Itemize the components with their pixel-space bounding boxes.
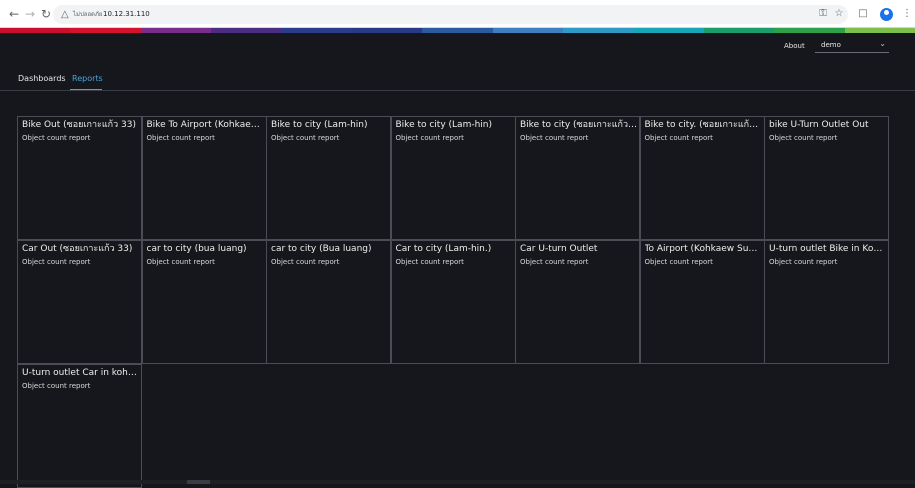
star-icon[interactable]: ☆ xyxy=(832,7,846,21)
report-card[interactable]: car to city (bua luang) Object count repo… xyxy=(141,240,267,364)
report-title: U-turn outlet Car in kohk... xyxy=(22,368,140,378)
report-card[interactable]: U-turn outlet Bike in Kohk... Object coun… xyxy=(764,240,889,364)
report-card[interactable]: Car Out (ซอยเกาะแก้ว 33) Object count rep… xyxy=(17,240,142,364)
header-divider xyxy=(0,90,915,91)
extensions-icon[interactable]: □ xyxy=(856,7,870,21)
report-card[interactable]: Car to city (Lam-hin.) Object count repor… xyxy=(390,240,516,364)
report-card[interactable]: Bike to city. (ซอยเกาะแก้ว 33) Object cou… xyxy=(639,116,765,240)
report-card[interactable]: Bike Out (ซอยเกาะแก้ว 33) Object count re… xyxy=(17,116,142,240)
address-bar[interactable]: △ ไม่ปลอดภัย 10.12.31.110 xyxy=(53,5,848,24)
report-subtitle: Object count report xyxy=(769,134,838,142)
report-subtitle: Object count report xyxy=(395,134,464,142)
report-subtitle: Object count report xyxy=(22,382,91,390)
report-subtitle: Object count report xyxy=(644,258,713,266)
app-header: About demo ⌄ Dashboards Reports xyxy=(0,33,915,90)
report-subtitle: Object count report xyxy=(271,134,340,142)
report-card[interactable]: Bike to city (Lam-hin) Object count repor… xyxy=(390,116,516,240)
report-subtitle: Object count report xyxy=(520,134,589,142)
report-subtitle: Object count report xyxy=(22,258,91,266)
report-title: car to city (Bua luang) xyxy=(271,244,372,254)
report-title: U-turn outlet Bike in Kohk... xyxy=(769,244,887,254)
reload-icon[interactable]: ↻ xyxy=(38,6,54,22)
report-subtitle: Object count report xyxy=(146,134,215,142)
report-subtitle: Object count report xyxy=(22,134,91,142)
chevron-down-icon: ⌄ xyxy=(879,39,886,48)
horizontal-scrollbar[interactable] xyxy=(0,480,915,484)
report-title: bike U-Turn Outlet Out xyxy=(769,120,869,130)
report-card[interactable]: Car U-turn Outlet Object count report xyxy=(515,240,640,364)
report-card[interactable]: U-turn outlet Car in kohk... Object count… xyxy=(17,364,142,488)
report-title: Bike Out (ซอยเกาะแก้ว 33) xyxy=(22,120,136,130)
report-title: Bike to city (Lam-hin) xyxy=(395,120,493,130)
scrollbar-thumb[interactable] xyxy=(187,480,210,484)
report-card[interactable]: car to city (Bua luang) Object count repo… xyxy=(266,240,391,364)
url-text[interactable]: 10.12.31.110 xyxy=(103,5,150,24)
report-subtitle: Object count report xyxy=(146,258,215,266)
warning-icon[interactable]: △ xyxy=(61,6,69,23)
report-subtitle: Object count report xyxy=(271,258,340,266)
report-subtitle: Object count report xyxy=(644,134,713,142)
report-subtitle: Object count report xyxy=(769,258,838,266)
report-title: Bike to city (Lam-hin) xyxy=(271,120,368,130)
report-card[interactable]: To Airport (Kohkaew Sub... Object count r… xyxy=(639,240,765,364)
report-title: car to city (bua luang) xyxy=(146,244,247,254)
user-select[interactable]: demo ⌄ xyxy=(815,39,889,53)
report-title: Bike To Airport (Kohkaew Sub... xyxy=(146,120,265,130)
menu-kebab-icon[interactable]: ⋮ xyxy=(900,7,914,21)
report-card[interactable]: Bike to city (Lam-hin) Object count repor… xyxy=(266,116,391,240)
report-title: To Airport (Kohkaew Sub... xyxy=(644,244,763,254)
report-subtitle: Object count report xyxy=(520,258,589,266)
browser-toolbar: ← → ↻ △ ไม่ปลอดภัย 10.12.31.110 ⚿ ☆ □ ⋮ xyxy=(0,0,915,28)
report-card[interactable]: Bike To Airport (Kohkaew Sub... Object co… xyxy=(141,116,267,240)
report-title: Car U-turn Outlet xyxy=(520,244,598,254)
forward-arrow-icon[interactable]: → xyxy=(22,6,38,22)
report-title: Car to city (Lam-hin.) xyxy=(395,244,492,254)
report-subtitle: Object count report xyxy=(395,258,464,266)
security-indicator[interactable]: ไม่ปลอดภัย xyxy=(73,5,102,24)
about-link[interactable]: About xyxy=(784,41,805,51)
report-card[interactable]: Bike to city (ซอยเกาะแก้ว 33) Object coun… xyxy=(515,116,640,240)
user-select-value: demo xyxy=(821,41,841,49)
report-card[interactable]: bike U-Turn Outlet Out Object count repor… xyxy=(764,116,889,240)
report-title: Bike to city. (ซอยเกาะแก้ว 33) xyxy=(644,120,763,130)
tab-dashboards[interactable]: Dashboards xyxy=(18,73,66,84)
report-title: Bike to city (ซอยเกาะแก้ว 33) xyxy=(520,120,638,130)
report-title: Car Out (ซอยเกาะแก้ว 33) xyxy=(22,244,133,254)
tab-reports[interactable]: Reports xyxy=(72,73,103,84)
key-icon[interactable]: ⚿ xyxy=(816,7,830,21)
back-arrow-icon[interactable]: ← xyxy=(6,6,22,22)
profile-avatar-icon[interactable] xyxy=(880,8,893,21)
